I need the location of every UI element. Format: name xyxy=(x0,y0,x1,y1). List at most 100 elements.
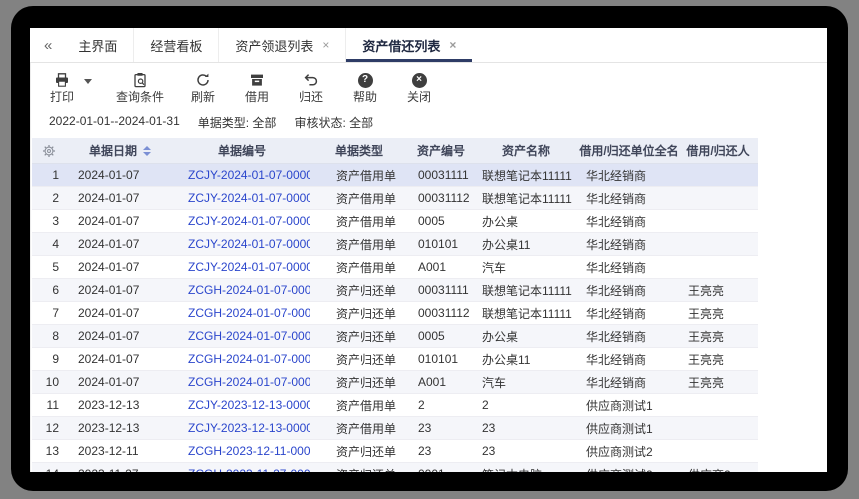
table-cell: 2 xyxy=(408,398,474,412)
table-cell: 资产借用单 xyxy=(310,420,408,437)
tab-business-dashboard[interactable]: 经营看板 xyxy=(133,28,218,62)
return-arrow-icon xyxy=(303,72,319,88)
doc-number-link[interactable]: ZCGH-2024-01-07-00001 xyxy=(174,375,310,389)
doc-number-link[interactable]: ZCJY-2024-01-07-00001 xyxy=(174,237,310,251)
doc-number-link[interactable]: ZCJY-2024-01-07-00001 xyxy=(174,168,310,182)
table-cell: 资产借用单 xyxy=(310,167,408,184)
table-cell: 华北经销商 xyxy=(578,305,680,322)
table-row[interactable]: 142023-11-27ZCGH-2023-11-27-00001资产归还单00… xyxy=(32,463,758,472)
table-cell: 2023-12-13 xyxy=(66,421,174,435)
sort-icon[interactable] xyxy=(143,146,151,156)
tab-asset-issue-return-list[interactable]: 资产领退列表 × xyxy=(218,28,345,62)
header-asset-number[interactable]: 资产编号 xyxy=(408,138,474,163)
table-cell: 资产归还单 xyxy=(310,443,408,460)
print-button[interactable]: 打印 xyxy=(47,72,77,104)
doc-number-link[interactable]: ZCJY-2024-01-07-00001 xyxy=(174,260,310,274)
table-cell: 2024-01-07 xyxy=(66,329,174,343)
table-row[interactable]: 22024-01-07ZCJY-2024-01-07-00001资产借用单000… xyxy=(32,187,758,210)
toolbar: 打印 查询条件 xyxy=(31,63,827,108)
table-cell: 华北经销商 xyxy=(578,374,680,391)
header-doc-date[interactable]: 单据日期 xyxy=(66,138,174,163)
return-button[interactable]: 归还 xyxy=(296,72,326,104)
tab-close-icon[interactable]: × xyxy=(449,38,456,52)
row-number: 5 xyxy=(32,260,66,274)
header-doc-number[interactable]: 单据编号 xyxy=(174,138,310,163)
tab-asset-borrow-return-list[interactable]: 资产借还列表 × xyxy=(345,28,472,62)
table-cell: 资产借用单 xyxy=(310,397,408,414)
toolbar-button-label: 查询条件 xyxy=(116,90,164,104)
table-cell: 2024-01-07 xyxy=(66,168,174,182)
table-cell: 联想笔记本11111 xyxy=(474,305,578,322)
table-row[interactable]: 132023-12-11ZCGH-2023-12-11-00002资产归还单23… xyxy=(32,440,758,463)
row-number: 8 xyxy=(32,329,66,343)
table-cell: 资产借用单 xyxy=(310,236,408,253)
table-cell: 010101 xyxy=(408,237,474,251)
toolbar-button-label: 帮助 xyxy=(353,90,377,104)
table-cell: 办公桌 xyxy=(474,328,578,345)
audit-status-filter[interactable]: 审核状态: 全部 xyxy=(294,114,373,131)
table-cell: 2024-01-07 xyxy=(66,352,174,366)
table-cell: 23 xyxy=(474,444,578,458)
table-cell: 办公桌11 xyxy=(474,351,578,368)
column-settings-button[interactable] xyxy=(32,138,66,163)
help-circle-icon: ? xyxy=(358,72,373,88)
row-number: 12 xyxy=(32,421,66,435)
table-cell: 王亮亮 xyxy=(680,305,756,322)
doc-number-link[interactable]: ZCJY-2024-01-07-00001 xyxy=(174,214,310,228)
header-doc-type[interactable]: 单据类型 xyxy=(310,138,408,163)
doc-type-filter[interactable]: 单据类型: 全部 xyxy=(198,114,277,131)
table-cell: 办公桌 xyxy=(474,213,578,230)
table-cell: 0001 xyxy=(408,467,474,472)
table-cell: 王亮亮 xyxy=(680,374,756,391)
table-row[interactable]: 62024-01-07ZCGH-2024-01-07-00001资产归还单000… xyxy=(32,279,758,302)
table-cell: 资产归还单 xyxy=(310,305,408,322)
date-range-filter[interactable]: 2022-01-01--2024-01-31 xyxy=(49,114,180,131)
table-cell: 供应商2 xyxy=(680,466,756,473)
doc-number-link[interactable]: ZCJY-2023-12-13-00002 xyxy=(174,398,310,412)
tab-main-screen[interactable]: 主界面 xyxy=(62,28,133,62)
row-number: 2 xyxy=(32,191,66,205)
table-row[interactable]: 122023-12-13ZCJY-2023-12-13-00002资产借用单23… xyxy=(32,417,758,440)
table-cell: 23 xyxy=(474,421,578,435)
refresh-button[interactable]: 刷新 xyxy=(188,72,218,104)
data-grid: 单据日期 单据编号 单据类型 资产编号 资产名称 借用/归还单位全名 借用/归还… xyxy=(32,138,758,472)
table-cell: 联想笔记本11111 xyxy=(474,190,578,207)
doc-number-link[interactable]: ZCGH-2023-11-27-00001 xyxy=(174,467,310,472)
header-unit-name[interactable]: 借用/归还单位全名 xyxy=(578,138,680,163)
tab-close-icon[interactable]: × xyxy=(322,38,329,52)
table-row[interactable]: 42024-01-07ZCJY-2024-01-07-00001资产借用单010… xyxy=(32,233,758,256)
table-cell: 王亮亮 xyxy=(680,328,756,345)
table-row[interactable]: 32024-01-07ZCJY-2024-01-07-00001资产借用单000… xyxy=(32,210,758,233)
table-row[interactable]: 102024-01-07ZCGH-2024-01-07-00001资产归还单A0… xyxy=(32,371,758,394)
table-row[interactable]: 112023-12-13ZCJY-2023-12-13-00002资产借用单22… xyxy=(32,394,758,417)
table-cell: 2023-12-13 xyxy=(66,398,174,412)
doc-number-link[interactable]: ZCGH-2023-12-11-00002 xyxy=(174,444,310,458)
row-number: 14 xyxy=(32,467,66,472)
borrow-button[interactable]: 借用 xyxy=(242,72,272,104)
tab-label: 资产借还列表 xyxy=(362,36,440,55)
table-cell: 0005 xyxy=(408,329,474,343)
doc-number-link[interactable]: ZCGH-2024-01-07-00001 xyxy=(174,352,310,366)
print-dropdown-caret[interactable] xyxy=(84,79,92,84)
header-borrower[interactable]: 借用/归还人 xyxy=(680,138,756,163)
help-button[interactable]: ? 帮助 xyxy=(350,72,380,104)
table-cell: 00031111 xyxy=(408,283,474,297)
collapse-tabs-button[interactable]: « xyxy=(44,37,52,54)
doc-number-link[interactable]: ZCGH-2024-01-07-00001 xyxy=(174,283,310,297)
close-circle-icon: × xyxy=(412,72,427,88)
query-conditions-button[interactable]: 查询条件 xyxy=(116,72,164,104)
doc-number-link[interactable]: ZCGH-2024-01-07-00001 xyxy=(174,306,310,320)
table-row[interactable]: 82024-01-07ZCGH-2024-01-07-00001资产归还单000… xyxy=(32,325,758,348)
doc-number-link[interactable]: ZCJY-2023-12-13-00002 xyxy=(174,421,310,435)
table-row[interactable]: 72024-01-07ZCGH-2024-01-07-00001资产归还单000… xyxy=(32,302,758,325)
table-row[interactable]: 92024-01-07ZCGH-2024-01-07-00001资产归还单010… xyxy=(32,348,758,371)
doc-number-link[interactable]: ZCGH-2024-01-07-00001 xyxy=(174,329,310,343)
table-cell: 23 xyxy=(408,421,474,435)
close-button[interactable]: × 关闭 xyxy=(404,72,434,104)
header-asset-name[interactable]: 资产名称 xyxy=(474,138,578,163)
table-row[interactable]: 12024-01-07ZCJY-2024-01-07-00001资产借用单000… xyxy=(32,164,758,187)
table-cell: 资产归还单 xyxy=(310,282,408,299)
tab-bar: « 主界面 经营看板 资产领退列表 × 资产借还列表 × xyxy=(30,28,827,63)
table-row[interactable]: 52024-01-07ZCJY-2024-01-07-00001资产借用单A00… xyxy=(32,256,758,279)
doc-number-link[interactable]: ZCJY-2024-01-07-00001 xyxy=(174,191,310,205)
